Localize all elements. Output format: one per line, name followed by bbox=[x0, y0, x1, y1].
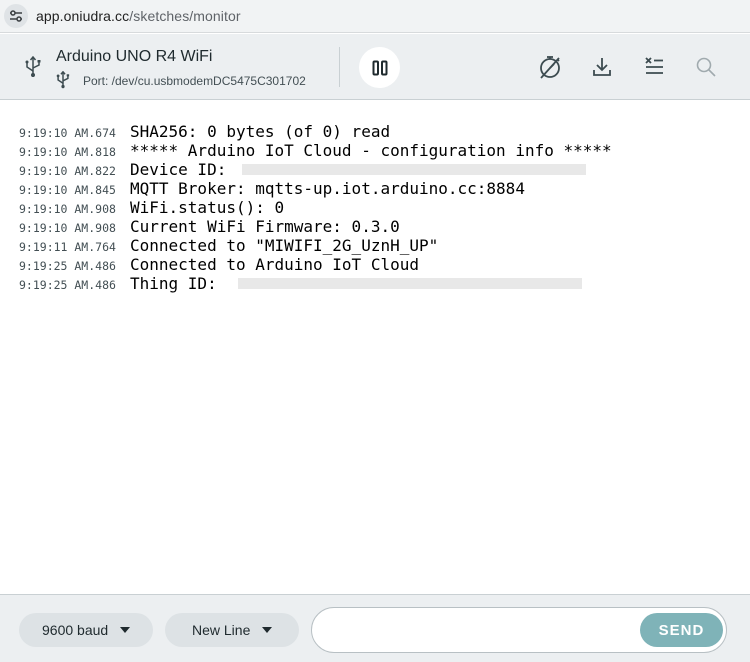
log-message: Device ID: bbox=[130, 160, 236, 179]
log-timestamp: 9:19:10 AM.908 bbox=[19, 202, 116, 216]
log-timestamp: 9:19:10 AM.822 bbox=[19, 164, 116, 178]
search-button[interactable] bbox=[692, 53, 720, 81]
log-line: 9:19:25 AM.486 Connected to Arduino IoT … bbox=[0, 255, 750, 274]
download-button[interactable] bbox=[588, 53, 616, 81]
redacted-device-id bbox=[241, 164, 586, 175]
line-ending-select[interactable]: New Line bbox=[165, 613, 299, 647]
log-message: SHA256: 0 bytes (of 0) read bbox=[130, 122, 391, 141]
serial-monitor-output[interactable]: 9:19:10 AM.674 SHA256: 0 bytes (of 0) re… bbox=[0, 101, 750, 594]
chevron-down-icon bbox=[262, 627, 273, 633]
log-timestamp: 9:19:10 AM.845 bbox=[19, 183, 116, 197]
log-timestamp: 9:19:10 AM.908 bbox=[19, 221, 116, 235]
log-message: Connected to Arduino IoT Cloud bbox=[130, 255, 419, 274]
chevron-down-icon bbox=[120, 627, 131, 633]
log-message: WiFi.status(): 0 bbox=[130, 198, 285, 217]
log-timestamp: 9:19:25 AM.486 bbox=[19, 259, 116, 273]
pause-button[interactable] bbox=[359, 47, 400, 88]
log-message: MQTT Broker: mqtts-up.iot.arduino.cc:888… bbox=[130, 179, 525, 198]
log-message: ***** Arduino IoT Cloud - configuration … bbox=[130, 141, 612, 160]
url-path: /sketches/monitor bbox=[129, 8, 241, 24]
timestamp-toggle-button[interactable] bbox=[536, 53, 564, 81]
url-field[interactable]: app.oniudra.cc/sketches/monitor bbox=[36, 8, 241, 24]
log-line: 9:19:10 AM.822 Device ID: bbox=[0, 160, 750, 179]
message-input[interactable] bbox=[326, 616, 636, 644]
site-settings-icon[interactable] bbox=[4, 4, 28, 28]
browser-address-bar: app.oniudra.cc/sketches/monitor bbox=[0, 0, 750, 33]
clear-output-icon bbox=[645, 57, 663, 74]
send-button[interactable]: SEND bbox=[640, 613, 723, 647]
log-line: 9:19:10 AM.908 Current WiFi Firmware: 0.… bbox=[0, 217, 750, 236]
log-timestamp: 9:19:25 AM.486 bbox=[19, 278, 116, 292]
redacted-thing-id bbox=[238, 278, 583, 289]
log-timestamp: 9:19:10 AM.674 bbox=[19, 126, 116, 140]
usb-icon bbox=[24, 55, 42, 78]
line-ending-value: New Line bbox=[192, 622, 251, 638]
toolbar-divider bbox=[339, 47, 340, 87]
pause-icon bbox=[372, 60, 387, 75]
log-line: 9:19:10 AM.674 SHA256: 0 bytes (of 0) re… bbox=[0, 122, 750, 141]
log-message: Thing ID: bbox=[130, 274, 227, 293]
message-input-wrapper: SEND bbox=[311, 607, 727, 653]
baud-rate-value: 9600 baud bbox=[42, 622, 109, 638]
baud-rate-select[interactable]: 9600 baud bbox=[19, 613, 153, 647]
log-timestamp: 9:19:11 AM.764 bbox=[19, 240, 116, 254]
log-line: 9:19:10 AM.818 ***** Arduino IoT Cloud -… bbox=[0, 141, 750, 160]
log-message: Current WiFi Firmware: 0.3.0 bbox=[130, 217, 400, 236]
download-icon bbox=[593, 58, 611, 76]
log-line: 9:19:25 AM.486 Thing ID: bbox=[0, 274, 750, 293]
log-line: 9:19:10 AM.845 MQTT Broker: mqtts-up.iot… bbox=[0, 179, 750, 198]
log-message: Connected to "MIWIFI_2G_UznH_UP" bbox=[130, 236, 439, 255]
log-line: 9:19:11 AM.764 Connected to "MIWIFI_2G_U… bbox=[0, 236, 750, 255]
log-line: 9:19:10 AM.908 WiFi.status(): 0 bbox=[0, 198, 750, 217]
monitor-footer: 9600 baud New Line SEND bbox=[0, 594, 750, 662]
clear-output-button[interactable] bbox=[640, 53, 668, 81]
log-timestamp: 9:19:10 AM.818 bbox=[19, 145, 116, 159]
board-name: Arduino UNO R4 WiFi bbox=[56, 48, 213, 65]
port-label: Port: /dev/cu.usbmodemDC5475C301702 bbox=[83, 74, 306, 88]
url-domain: app.oniudra.cc bbox=[36, 8, 130, 24]
monitor-toolbar: Arduino UNO R4 WiFi Port: /dev/cu.usbmod… bbox=[0, 34, 750, 100]
timestamp-toggle-icon bbox=[540, 56, 560, 79]
search-icon bbox=[696, 57, 716, 77]
port-usb-icon bbox=[55, 70, 71, 89]
